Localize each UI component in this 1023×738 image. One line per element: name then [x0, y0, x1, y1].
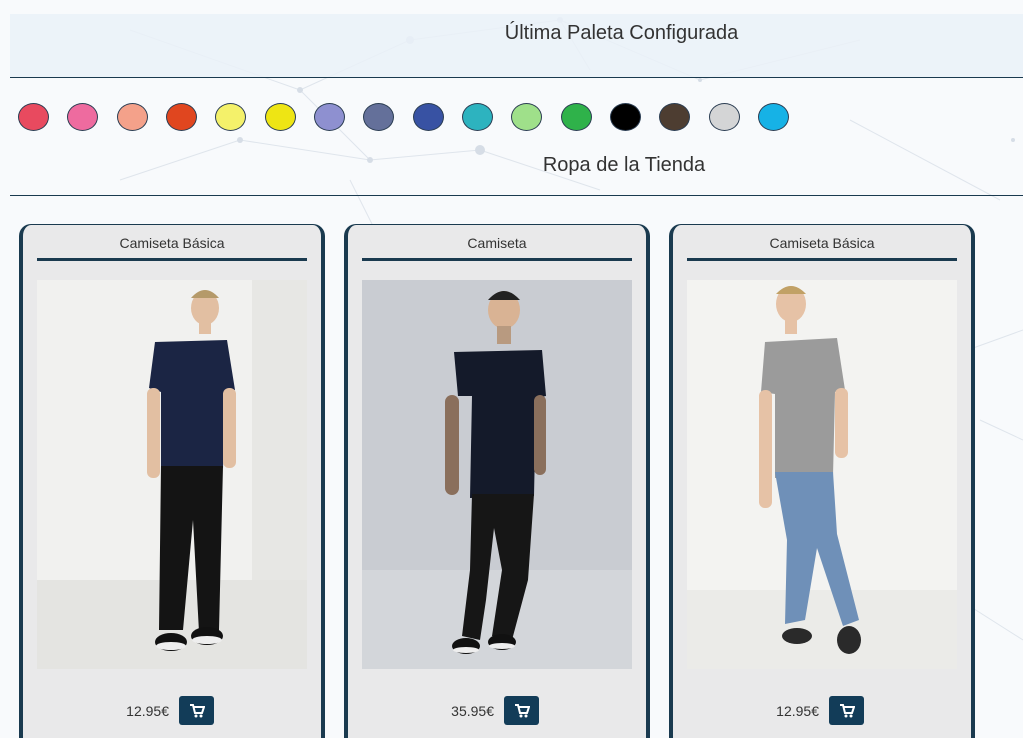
product-photo[interactable]: [687, 280, 957, 669]
product-card: Camiseta Básica 12.95€: [669, 224, 975, 738]
product-name: Camiseta: [467, 235, 527, 251]
store-title: Ropa de la Tienda: [542, 154, 706, 176]
title-underline: [37, 258, 307, 261]
color-swatch[interactable]: [67, 103, 98, 131]
product-card: Camiseta Básica 12.95€: [19, 224, 325, 738]
color-swatch[interactable]: [462, 103, 493, 131]
cart-icon: [514, 703, 530, 717]
title-underline: [687, 258, 957, 261]
divider: [10, 195, 1023, 196]
cart-icon: [189, 703, 205, 717]
color-swatch[interactable]: [413, 103, 444, 131]
product-name: Camiseta Básica: [119, 235, 225, 251]
color-swatch[interactable]: [166, 103, 197, 131]
add-to-cart-button[interactable]: [504, 696, 539, 725]
color-swatch[interactable]: [117, 103, 148, 131]
product-price: 35.95€: [451, 703, 494, 719]
add-to-cart-button[interactable]: [179, 696, 214, 725]
color-swatch[interactable]: [215, 103, 246, 131]
product-photo[interactable]: [362, 280, 632, 669]
page-content: Última Paleta Configurada Ropa de la Tie…: [0, 0, 1023, 738]
color-swatch[interactable]: [610, 103, 641, 131]
color-swatch[interactable]: [758, 103, 789, 131]
product-name: Camiseta Básica: [769, 235, 875, 251]
cart-icon: [839, 703, 855, 717]
color-swatch[interactable]: [659, 103, 690, 131]
palette-title: Última Paleta Configurada: [504, 22, 739, 44]
color-swatch[interactable]: [709, 103, 740, 131]
color-swatch[interactable]: [511, 103, 542, 131]
product-card: Camiseta 35.95€: [344, 224, 650, 738]
product-photo[interactable]: [37, 280, 307, 669]
color-swatch[interactable]: [265, 103, 296, 131]
title-underline: [362, 258, 632, 261]
color-swatch[interactable]: [314, 103, 345, 131]
product-price: 12.95€: [126, 703, 169, 719]
add-to-cart-button[interactable]: [829, 696, 864, 725]
color-swatch[interactable]: [18, 103, 49, 131]
color-swatch[interactable]: [561, 103, 592, 131]
product-price: 12.95€: [776, 703, 819, 719]
color-swatch[interactable]: [363, 103, 394, 131]
